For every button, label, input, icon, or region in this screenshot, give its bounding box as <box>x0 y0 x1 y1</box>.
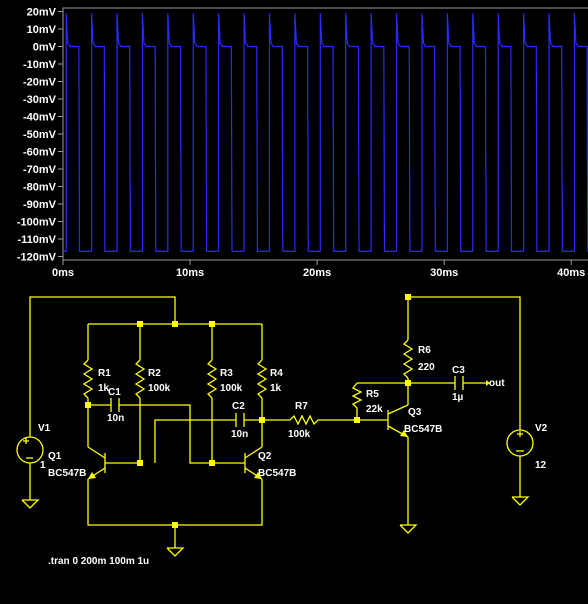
r7-symbol[interactable] <box>289 414 319 426</box>
r3-name: R3 <box>220 368 233 379</box>
voltage-sources <box>16 429 534 464</box>
c1-symbol[interactable] <box>110 398 120 412</box>
y-tick-label: 10mV <box>27 24 57 36</box>
component-labels: R1 1k R2 100k R3 100k R4 1k C1 10n C2 10… <box>38 345 548 567</box>
r4-value: 1k <box>270 383 282 394</box>
r5-value: 22k <box>366 404 383 415</box>
r4-name: R4 <box>270 368 283 379</box>
ground-icon <box>166 547 185 557</box>
c3-name: C3 <box>452 365 465 376</box>
r7-name: R7 <box>295 401 308 412</box>
y-tick-label: -40mV <box>23 112 57 124</box>
waveform-panel[interactable]: 20mV 10mV 0mV -10mV -20mV -30mV -40mV -50mV -60m… <box>0 0 588 283</box>
resistor-symbols <box>82 339 414 426</box>
r4-symbol[interactable] <box>256 359 268 399</box>
y-tick-label: -90mV <box>23 199 57 211</box>
ground-icon <box>399 524 418 534</box>
y-tick-label: -50mV <box>23 129 57 141</box>
y-tick-label: 0mV <box>33 42 57 54</box>
out-label: out <box>489 378 505 389</box>
y-tick-label: -110mV <box>17 234 56 246</box>
x-tick-label: 40ms <box>557 267 585 279</box>
r7-value: 100k <box>288 429 311 440</box>
c3-value: 1µ <box>452 392 464 403</box>
v2-value: 12 <box>535 460 547 471</box>
c2-name: C2 <box>232 401 245 412</box>
q3-name: Q3 <box>408 407 422 418</box>
c1-name: C1 <box>108 387 121 398</box>
r1-symbol[interactable] <box>82 359 94 399</box>
plot-area[interactable] <box>62 7 588 261</box>
ground-symbols <box>21 496 530 557</box>
waveform-plot[interactable]: 20mV 10mV 0mV -10mV -20mV -30mV -40mV -50mV -60m… <box>0 0 588 283</box>
q2-value: BC547B <box>258 468 296 479</box>
y-tick-label: -120mV <box>17 252 57 264</box>
y-tick-label: -20mV <box>23 77 57 89</box>
x-tick-label: 0ms <box>52 267 74 279</box>
q1-name: Q1 <box>48 451 62 462</box>
v1-value: 1 <box>40 460 46 471</box>
y-tick-label: -80mV <box>23 182 57 194</box>
x-tick-label: 10ms <box>176 267 204 279</box>
schematic-canvas[interactable]: R1 1k R2 100k R3 100k R4 1k C1 10n C2 10… <box>0 283 588 599</box>
r1-name: R1 <box>98 368 111 379</box>
r5-symbol[interactable] <box>351 382 363 409</box>
x-tick-label: 30ms <box>430 267 458 279</box>
c2-value: 10n <box>231 429 248 440</box>
v2-symbol[interactable] <box>506 429 534 457</box>
y-axis: 20mV 10mV 0mV -10mV -20mV -30mV -40mV -50mV -60m… <box>17 7 63 264</box>
r3-value: 100k <box>220 383 243 394</box>
r5-name: R5 <box>366 389 379 400</box>
ground-icon <box>21 499 40 509</box>
x-tick-label: 20ms <box>303 267 331 279</box>
r3-symbol[interactable] <box>206 359 218 399</box>
wires <box>29 296 521 548</box>
r2-value: 100k <box>148 383 171 394</box>
y-tick-label: -60mV <box>23 147 57 159</box>
q1-value: BC547B <box>48 468 86 479</box>
y-tick-label: 20mV <box>27 7 57 19</box>
ground-icon <box>511 496 530 506</box>
y-tick-label: -70mV <box>23 164 57 176</box>
c3-symbol[interactable] <box>454 376 464 390</box>
y-tick-label: -100mV <box>17 217 57 229</box>
c2-symbol[interactable] <box>235 413 245 427</box>
y-tick-label: -10mV <box>23 59 57 71</box>
r2-name: R2 <box>148 368 161 379</box>
q2-name: Q2 <box>258 451 272 462</box>
v2-name: V2 <box>535 423 548 434</box>
x-axis: 0ms 10ms 20ms 30ms 40ms <box>52 260 585 279</box>
c1-value: 10n <box>107 413 124 424</box>
schematic-panel[interactable]: R1 1k R2 100k R3 100k R4 1k C1 10n C2 10… <box>0 283 588 599</box>
junctions <box>85 294 411 528</box>
r6-value: 220 <box>418 362 435 373</box>
r6-symbol[interactable] <box>402 339 414 379</box>
y-tick-label: -30mV <box>23 94 57 106</box>
q3-value: BC547B <box>404 424 442 435</box>
r6-name: R6 <box>418 345 431 356</box>
v1-name: V1 <box>38 423 51 434</box>
r2-symbol[interactable] <box>134 359 146 399</box>
tran-directive[interactable]: .tran 0 200m 100m 1u <box>48 556 149 567</box>
